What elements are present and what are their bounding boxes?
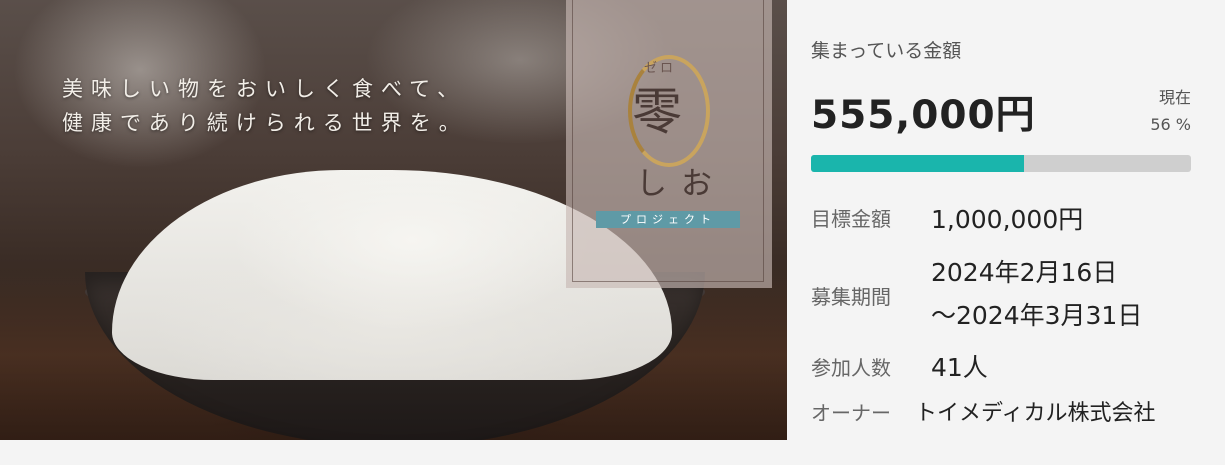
logo-kanji: 零 [632,83,682,141]
goal-value: 1,000,000円 [931,205,1084,234]
hero-tagline: 美味しい物をおいしく食べて、 健康であり続けられる世界を。 [62,72,468,140]
participants-label: 参加人数 [811,356,891,380]
amount-raised: 555,000円 [811,93,1036,138]
progress-fill [811,155,1024,172]
period-label: 募集期間 [811,285,891,309]
participants-value: 41人 [931,353,988,382]
owner-row: オーナー トイメディカル株式会社 [811,396,1201,431]
goal-label: 目標金額 [811,207,891,231]
logo-sub: しお [636,166,726,202]
period-end: ～2024年3月31日 [931,301,1143,330]
project-logo-card: ゼロ 零 しお プロジェクト [566,0,772,288]
tagline-line-1: 美味しい物をおいしく食べて、 [62,77,467,101]
logo-badge: プロジェクト [596,211,740,228]
funding-panel: 集まっている金額 555,000円 現在 56 % 目標金額 1,000,000… [811,0,1201,465]
owner-value: トイメディカル株式会社 [915,401,1156,426]
project-hero-image: 美味しい物をおいしく食べて、 健康であり続けられる世界を。 ゼロ 零 しお プロ… [0,0,787,440]
amount-title: 集まっている金額 [811,40,962,62]
current-percent: 56 % [1150,115,1191,134]
tagline-line-2: 健康であり続けられる世界を。 [62,111,468,135]
owner-label: オーナー [811,401,891,425]
progress-bar [811,155,1191,172]
current-label: 現在 [1158,88,1191,107]
period-start: 2024年2月16日 [931,258,1118,287]
